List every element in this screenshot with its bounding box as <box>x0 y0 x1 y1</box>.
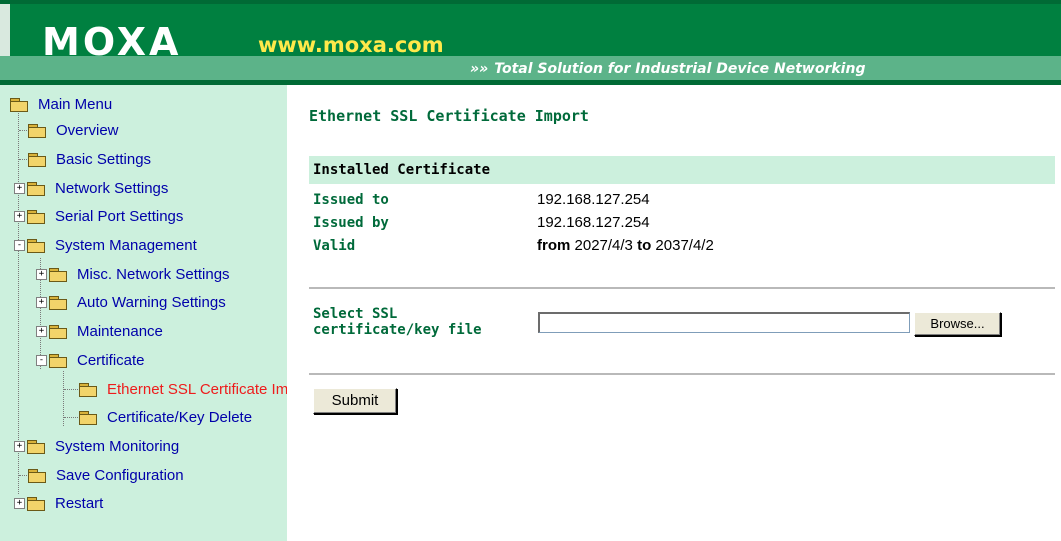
tree-line <box>19 475 27 476</box>
issued-to-value: 192.168.127.254 <box>537 191 650 208</box>
sidebar-item-network-settings[interactable]: + Network Settings <box>14 177 168 199</box>
select-label-line1: Select SSL <box>313 306 398 322</box>
collapse-minus-icon[interactable]: - <box>14 239 25 251</box>
sidebar-item-save-configuration[interactable]: Save Configuration <box>28 464 184 486</box>
folder-icon <box>49 324 67 339</box>
expand-plus-icon[interactable]: + <box>36 296 47 308</box>
issued-by-value: 192.168.127.254 <box>537 214 650 231</box>
section-heading: Installed Certificate <box>313 162 491 178</box>
expand-plus-icon[interactable]: + <box>14 210 25 222</box>
tagline-text: Total Solution for Industrial Device Net… <box>494 61 866 77</box>
folder-icon <box>28 152 46 167</box>
collapse-minus-icon[interactable]: - <box>36 354 47 366</box>
select-label-line2: certificate/key file <box>313 322 482 338</box>
site-url[interactable]: www.moxa.com <box>258 32 444 58</box>
divider <box>309 287 1055 289</box>
folder-icon <box>28 123 46 138</box>
folder-icon <box>49 267 67 282</box>
valid-to-word: to <box>637 237 652 254</box>
tree-line <box>19 130 27 131</box>
sidebar-item-basic-settings[interactable]: Basic Settings <box>28 148 151 170</box>
folder-open-icon <box>10 97 28 112</box>
sidebar-item-label: System Management <box>55 236 197 254</box>
valid-from-word: from <box>537 237 571 254</box>
folder-open-icon <box>49 353 67 368</box>
sidebar-item-certificate-key-delete[interactable]: Certificate/Key Delete <box>79 406 252 428</box>
sidebar-item-label: Save Configuration <box>56 466 184 484</box>
folder-icon <box>28 468 46 483</box>
sidebar-item-main-menu[interactable]: Main Menu <box>10 93 112 115</box>
sidebar-item-serial-port-settings[interactable]: + Serial Port Settings <box>14 205 183 227</box>
sidebar-item-label: Certificate/Key Delete <box>107 408 253 426</box>
tagline: »» Total Solution for Industrial Device N… <box>470 60 865 78</box>
double-arrow-icon: »» <box>470 61 489 77</box>
sidebar-item-certificate[interactable]: - Certificate <box>36 349 145 371</box>
sidebar-item-overview[interactable]: Overview <box>28 119 119 141</box>
folder-icon <box>79 410 97 425</box>
tree-line <box>19 159 27 160</box>
valid-value: from 2027/4/3 to 2037/4/2 <box>537 237 714 254</box>
folder-icon <box>27 209 45 224</box>
header-top-strip <box>0 0 1061 4</box>
file-path-input[interactable] <box>538 312 910 333</box>
expand-plus-icon[interactable]: + <box>14 440 25 452</box>
sidebar-item-label: Maintenance <box>77 322 163 340</box>
installed-certificate-header: Installed Certificate <box>309 156 1055 184</box>
sidebar-item-system-management[interactable]: - System Management <box>14 234 197 256</box>
sidebar-item-system-monitoring[interactable]: + System Monitoring <box>14 435 179 457</box>
valid-to-date: 2037/4/2 <box>655 237 714 254</box>
page-title: Ethernet SSL Certificate Import <box>309 107 589 125</box>
sidebar-item-auto-warning-settings[interactable]: + Auto Warning Settings <box>36 291 226 313</box>
issued-by-label: Issued by <box>313 215 389 231</box>
sidebar-tree: Main Menu Overview Basic Settings + Netw… <box>0 85 287 541</box>
expand-plus-icon[interactable]: + <box>36 268 47 280</box>
sidebar-item-label: Network Settings <box>55 179 169 197</box>
sidebar-item-ethernet-ssl-certificate-import[interactable]: Ethernet SSL Certificate Import <box>79 378 287 400</box>
sidebar-item-label: Main Menu <box>38 95 113 113</box>
valid-from-date: 2027/4/3 <box>574 237 633 254</box>
folder-open-icon <box>27 238 45 253</box>
sidebar-item-label: Auto Warning Settings <box>77 293 226 311</box>
submit-button[interactable]: Submit <box>313 388 397 414</box>
header-banner: MOXA www.moxa.com »» Total Solution for I… <box>0 0 1061 85</box>
main-content: Ethernet SSL Certificate Import Installe… <box>287 85 1061 541</box>
sidebar-item-label: Restart <box>55 494 104 512</box>
sidebar-item-label: Ethernet SSL Certificate Import <box>107 380 287 398</box>
tree-line <box>64 417 78 418</box>
sidebar-item-misc-network-settings[interactable]: + Misc. Network Settings <box>36 263 230 285</box>
expand-plus-icon[interactable]: + <box>14 497 25 509</box>
sidebar-item-restart[interactable]: + Restart <box>14 492 103 514</box>
issued-to-label: Issued to <box>313 192 389 208</box>
sidebar-item-label: System Monitoring <box>55 437 180 455</box>
valid-label: Valid <box>313 238 356 254</box>
sidebar-item-maintenance[interactable]: + Maintenance <box>36 320 163 342</box>
folder-icon <box>27 181 45 196</box>
sidebar-item-label: Certificate <box>77 351 145 369</box>
folder-icon <box>27 439 45 454</box>
expand-plus-icon[interactable]: + <box>14 182 25 194</box>
sidebar-item-label: Overview <box>56 121 119 139</box>
moxa-logo: MOXA <box>42 20 182 64</box>
sidebar-item-label: Misc. Network Settings <box>77 265 230 283</box>
select-file-label: Select SSL certificate/key file <box>313 306 482 338</box>
folder-icon <box>27 496 45 511</box>
tree-line <box>64 389 78 390</box>
divider <box>309 373 1055 375</box>
folder-icon <box>49 295 67 310</box>
browse-button[interactable]: Browse... <box>914 312 1001 336</box>
sidebar-item-label: Basic Settings <box>56 150 152 168</box>
expand-plus-icon[interactable]: + <box>36 325 47 337</box>
sidebar-item-label: Serial Port Settings <box>55 207 184 225</box>
folder-icon <box>79 382 97 397</box>
